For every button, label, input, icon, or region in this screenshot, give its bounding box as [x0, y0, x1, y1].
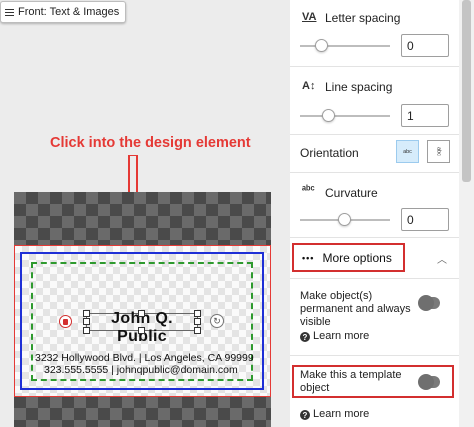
side-tab-label: Front: Text & Images: [18, 6, 120, 18]
help-icon: ?: [300, 332, 310, 342]
menu-icon: [5, 8, 14, 17]
permanent-learn-more-link[interactable]: Learn more: [313, 330, 369, 342]
resize-handle-bottom-right[interactable]: [194, 327, 201, 334]
resize-handle-left[interactable]: [83, 318, 90, 325]
template-option-label: Make this a template object: [300, 369, 402, 394]
instruction-annotation: Click into the design element: [50, 135, 251, 151]
panel-scrollbar-thumb[interactable]: [462, 0, 471, 182]
line-spacing-input[interactable]: 1: [401, 104, 449, 127]
card-contact-text[interactable]: 323.555.5555 | johnqpublic@domain.com: [44, 364, 238, 376]
divider: [290, 66, 459, 67]
permanent-toggle[interactable]: [418, 295, 440, 311]
line-spacing-slider[interactable]: [300, 115, 390, 117]
letter-spacing-input[interactable]: 0: [401, 34, 449, 57]
template-learn-more-link[interactable]: Learn more: [313, 408, 369, 420]
more-options-label: More options: [322, 250, 392, 265]
orientation-label: Orientation: [300, 146, 359, 160]
curvature-slider-thumb[interactable]: [338, 213, 351, 226]
resize-handle-top-right[interactable]: [194, 310, 201, 317]
divider: [290, 172, 459, 173]
divider: [290, 278, 459, 279]
resize-handle-right[interactable]: [194, 318, 201, 325]
letter-spacing-slider[interactable]: [300, 45, 390, 47]
resize-handle-bottom[interactable]: [138, 327, 145, 334]
permanent-option-label: Make object(s) permanent and always visi…: [300, 290, 411, 328]
resize-handle-bottom-left[interactable]: [83, 327, 90, 334]
divider: [290, 355, 459, 356]
card-address-text[interactable]: 3232 Hollywood Blvd. | Los Angeles, CA 9…: [35, 352, 254, 364]
curvature-icon: ᵃᵇᶜ: [302, 184, 315, 196]
line-spacing-label: Line spacing: [325, 80, 393, 94]
delete-element-icon[interactable]: [59, 315, 72, 328]
line-spacing-icon: A↕: [302, 80, 316, 92]
letter-spacing-slider-thumb[interactable]: [315, 39, 328, 52]
letter-spacing-label: Letter spacing: [325, 11, 401, 25]
more-dots-icon: •••: [302, 252, 315, 263]
resize-handle-top[interactable]: [138, 310, 145, 317]
template-toggle[interactable]: [418, 374, 440, 390]
divider: [290, 134, 459, 135]
help-icon: ?: [300, 410, 310, 420]
rotate-handle-icon[interactable]: ↻: [210, 314, 224, 328]
horizontal-orientation-button[interactable]: abc: [396, 140, 419, 163]
resize-handle-top-left[interactable]: [83, 310, 90, 317]
more-options-button[interactable]: ••• More options: [292, 243, 405, 272]
letter-spacing-icon: VA: [302, 11, 317, 23]
vertical-orientation-button[interactable]: abc: [427, 140, 450, 163]
curvature-input[interactable]: 0: [401, 208, 449, 231]
chevron-up-icon[interactable]: ︿: [437, 251, 447, 266]
divider: [290, 237, 459, 238]
side-tab-button[interactable]: Front: Text & Images: [0, 1, 127, 23]
line-spacing-slider-thumb[interactable]: [322, 109, 335, 122]
curvature-label: Curvature: [325, 186, 378, 200]
